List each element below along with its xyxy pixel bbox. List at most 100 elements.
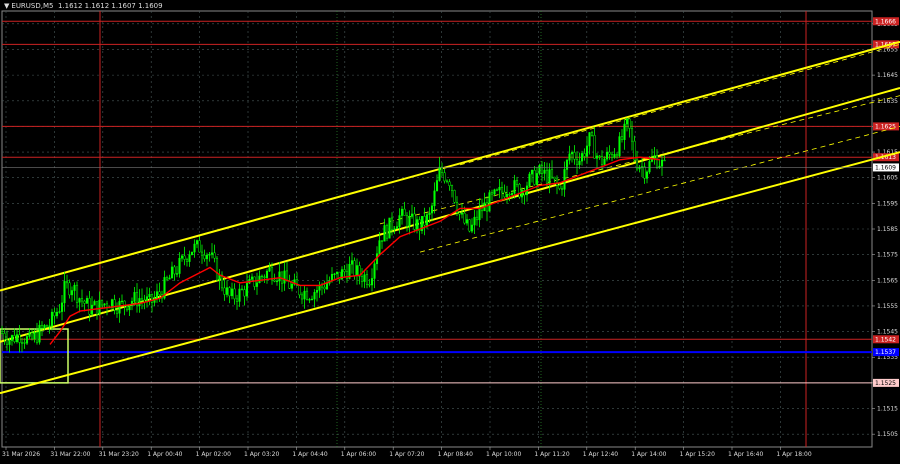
candle-body (313, 292, 316, 300)
candle-body (473, 216, 476, 226)
candle-body (623, 123, 626, 140)
candle-body (0, 331, 4, 334)
y-tick-label: 1.1645 (877, 72, 898, 79)
candle-body (405, 215, 409, 227)
level-label: 1.1537 (875, 349, 896, 356)
candle-body (308, 299, 311, 301)
candle-body (613, 154, 616, 158)
candle-body (475, 216, 479, 221)
candle-body (240, 288, 244, 291)
candle-body (470, 224, 474, 232)
candle-body (280, 271, 284, 284)
candle-body (408, 216, 411, 227)
candle-body (140, 298, 144, 301)
candle-body (208, 254, 211, 256)
candle-body (55, 311, 59, 317)
candle-body (168, 277, 171, 280)
candle-body (298, 285, 301, 296)
x-tick-label: 31 Mar 2026 (2, 451, 40, 458)
candle-body (618, 136, 621, 157)
candle-body (325, 283, 329, 290)
candle-body (518, 184, 521, 198)
y-tick-label: 1.1605 (877, 175, 898, 182)
channel-line-dashed (419, 126, 900, 253)
candle-body (468, 219, 471, 232)
candle-body (573, 152, 576, 160)
candle-body (173, 266, 176, 275)
candle-body (660, 159, 664, 167)
symbol-label: EURUSD,M5 (11, 2, 54, 10)
chart-canvas[interactable]: 1.16651.16551.16451.16351.16251.16151.16… (0, 0, 900, 460)
level-label: 1.1625 (875, 123, 896, 130)
candle-body (30, 332, 34, 340)
candle-body (435, 180, 439, 192)
candle-body (35, 332, 39, 343)
candle-body (548, 169, 551, 184)
candle-body (18, 334, 21, 343)
x-tick-label: 1 Apr 12:40 (583, 451, 618, 458)
candle-body (343, 269, 346, 273)
candle-body (250, 276, 254, 280)
candle-body (33, 332, 36, 340)
x-tick-label: 1 Apr 08:40 (438, 451, 473, 458)
candle-body (235, 298, 239, 302)
candle-body (120, 300, 124, 303)
candle-body (415, 219, 419, 230)
candle-body (170, 266, 174, 279)
candle-body (8, 340, 11, 345)
candle-body (183, 255, 186, 260)
candle-body (610, 153, 614, 158)
candle-body (220, 274, 224, 289)
candle-body (323, 286, 326, 290)
candle-body (45, 325, 49, 328)
candle-body (283, 270, 286, 284)
candle-body (585, 145, 589, 157)
candle-body (113, 299, 116, 311)
candle-body (565, 159, 569, 170)
candle-body (155, 291, 159, 299)
y-tick-label: 1.1515 (877, 406, 898, 413)
candle-body (83, 300, 86, 304)
candle-body (498, 187, 501, 191)
candle-body (260, 275, 264, 278)
price-chart[interactable]: ▼ EURUSD,M5 1.1612 1.1612 1.1607 1.1609 1… (0, 0, 900, 460)
collapse-triangle-icon[interactable]: ▼ (4, 2, 9, 10)
candle-body (70, 290, 74, 296)
candle-body (200, 251, 204, 256)
candle-body (413, 213, 416, 230)
candle-body (363, 274, 366, 282)
candle-body (385, 225, 389, 239)
candle-body (423, 216, 426, 226)
y-tick-label: 1.1585 (877, 226, 898, 233)
candle-body (590, 132, 594, 136)
candle-body (443, 172, 446, 182)
candle-body (393, 228, 396, 230)
candle-body (263, 276, 266, 278)
candle-body (373, 263, 376, 279)
chart-header: ▼ EURUSD,M5 1.1612 1.1612 1.1607 1.1609 (4, 2, 163, 10)
candle-body (205, 254, 209, 260)
candle-body (88, 298, 91, 315)
candle-body (210, 252, 214, 255)
candle-body (118, 301, 121, 314)
candle-body (630, 128, 634, 142)
candle-body (15, 334, 19, 342)
candle-body (553, 176, 556, 180)
candle-body (40, 324, 44, 329)
candle-body (515, 180, 519, 185)
candle-body (655, 155, 659, 168)
candle-body (578, 160, 581, 165)
candle-body (465, 219, 469, 224)
candle-body (273, 279, 276, 282)
candle-body (380, 240, 384, 242)
candle-body (398, 215, 401, 227)
candle-body (388, 217, 391, 239)
candle-body (198, 240, 201, 253)
candle-body (370, 278, 374, 286)
candle-body (365, 274, 369, 285)
candle-body (115, 309, 119, 314)
candle-body (598, 155, 601, 157)
candle-body (583, 153, 586, 157)
candle-body (645, 171, 649, 179)
candle-body (5, 339, 9, 345)
